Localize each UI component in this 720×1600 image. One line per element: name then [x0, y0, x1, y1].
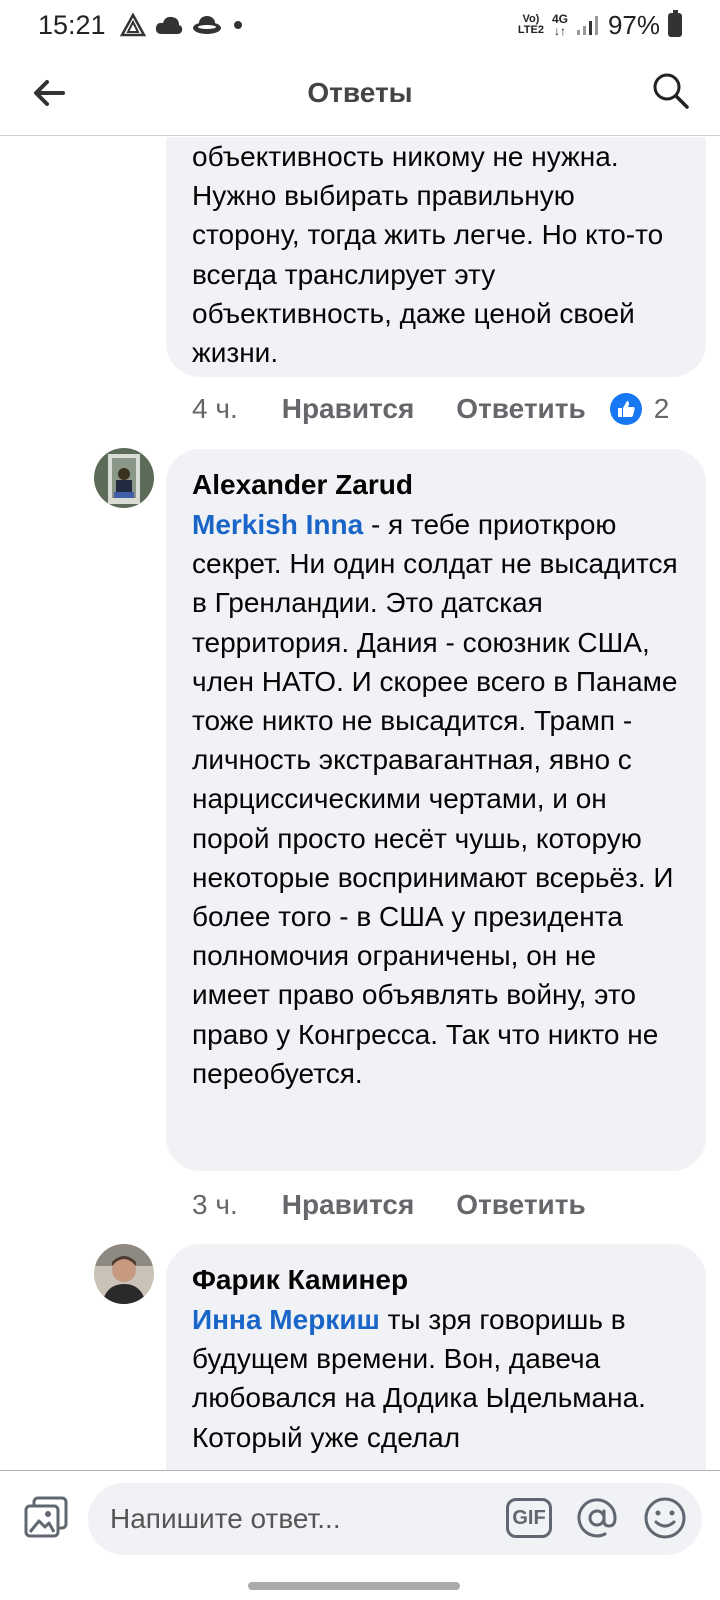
- comment-actions: 4 ч. Нравится Ответить 2: [192, 389, 669, 429]
- reply-input-container[interactable]: GIF: [88, 1483, 702, 1555]
- comment-author[interactable]: Фарик Каминер: [192, 1260, 680, 1300]
- comment-bubble: Фарик Каминер Инна Меркиш ты зря говориш…: [166, 1244, 706, 1470]
- comment-bubble: объективность никому не нужна. Нужно выб…: [166, 137, 706, 377]
- like-button[interactable]: Нравится: [282, 1189, 415, 1221]
- reply-button[interactable]: Ответить: [456, 1189, 585, 1221]
- photo-button[interactable]: [22, 1493, 70, 1541]
- search-icon: [653, 73, 689, 109]
- like-button[interactable]: Нравится: [282, 393, 415, 425]
- data-arrows-icon: ↓↑: [553, 23, 566, 38]
- arrow-left-icon: [34, 80, 65, 106]
- thumbs-up-icon: [609, 393, 642, 425]
- hat-icon: [192, 16, 221, 34]
- cloud-icon: [155, 16, 182, 34]
- reaction-summary[interactable]: 2: [609, 393, 670, 425]
- signal-type: 4G ↓↑: [551, 11, 568, 38]
- photo-icon: [24, 1496, 68, 1538]
- reply-input[interactable]: [110, 1503, 480, 1535]
- avatar[interactable]: [94, 448, 154, 508]
- comment-text: - я тебе приоткрою секрет. Ни один солда…: [192, 509, 678, 1089]
- comment-actions: 3 ч. Нравится Ответить: [192, 1185, 628, 1225]
- back-button[interactable]: [26, 70, 72, 116]
- home-indicator[interactable]: [248, 1582, 460, 1590]
- composer-icons: GIF: [506, 1495, 688, 1541]
- mention-link[interactable]: Инна Меркиш: [192, 1304, 380, 1335]
- search-button[interactable]: [646, 66, 696, 116]
- status-bar: 15:21 Vo) LTE2 4G ↓↑ 97%: [0, 0, 720, 50]
- battery-percent: 97%: [607, 9, 660, 40]
- page-title: Ответы: [307, 76, 413, 108]
- reply-composer: GIF: [0, 1470, 720, 1562]
- comment-body: Merkish Inna - я тебе приоткрою секрет. …: [192, 505, 680, 1093]
- emoji-button[interactable]: [642, 1495, 688, 1541]
- dot-icon: [233, 21, 242, 29]
- status-time: 15:21: [38, 9, 106, 40]
- signal-type-label: 4G: [551, 11, 568, 26]
- at-icon: [577, 1498, 617, 1538]
- comment-feed[interactable]: объективность никому не нужна. Нужно выб…: [0, 137, 720, 1470]
- reaction-count: 2: [653, 393, 670, 424]
- app-header: Ответы: [0, 50, 720, 136]
- signal-icon: [576, 16, 598, 35]
- comment-body: Инна Меркиш ты зря говоришь в будущем вр…: [192, 1300, 680, 1457]
- battery-icon: [668, 10, 682, 37]
- triangle-alert-icon: [119, 13, 146, 37]
- comment-time: 3 ч.: [192, 1189, 238, 1220]
- reply-button[interactable]: Ответить: [456, 393, 585, 425]
- comment-author[interactable]: Alexander Zarud: [192, 465, 680, 505]
- comment-bubble: Alexander Zarud Merkish Inna - я тебе пр…: [166, 449, 706, 1171]
- mention-link[interactable]: Merkish Inna: [192, 509, 363, 540]
- avatar-image: [94, 1244, 154, 1304]
- mention-button[interactable]: [574, 1495, 620, 1541]
- comment-time: 4 ч.: [192, 393, 238, 424]
- emoji-icon: [644, 1497, 686, 1539]
- gif-button[interactable]: GIF: [506, 1498, 552, 1538]
- comment-text: объективность никому не нужна. Нужно выб…: [192, 141, 664, 369]
- status-right: Vo) LTE2 4G ↓↑ 97%: [518, 10, 682, 41]
- network-bottom: LTE2: [517, 24, 544, 36]
- network-label: Vo) LTE2: [518, 14, 544, 36]
- notification-icons: [119, 13, 246, 37]
- avatar[interactable]: [94, 1244, 154, 1304]
- avatar-image: [94, 448, 154, 508]
